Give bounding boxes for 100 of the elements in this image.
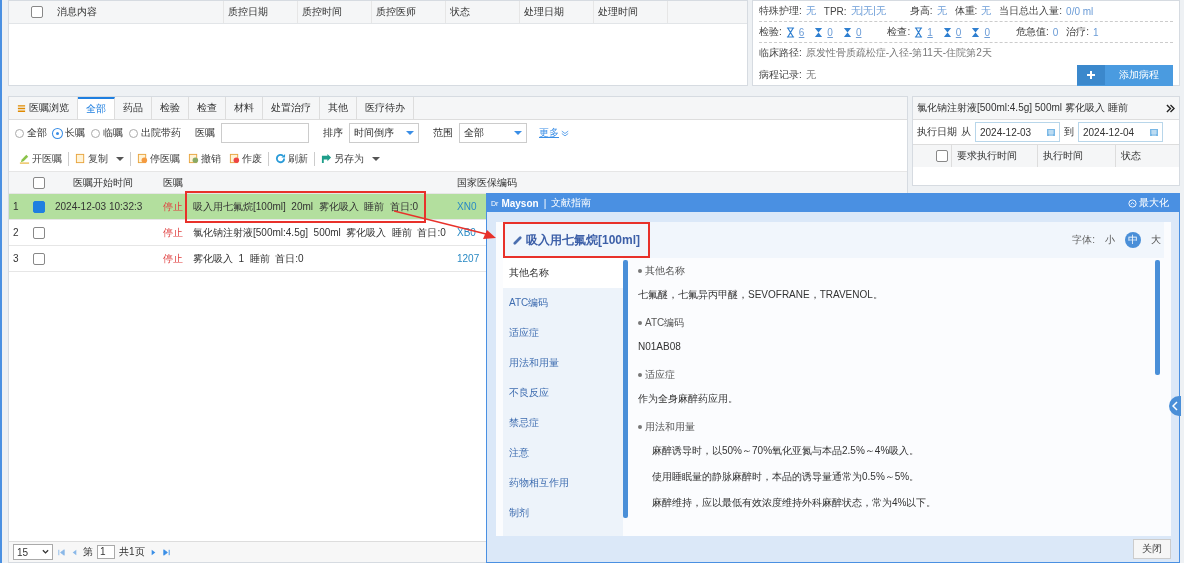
scrollbar[interactable] — [623, 260, 628, 518]
calendar-icon — [1046, 127, 1056, 137]
column-header: 要求执行时间 — [952, 145, 1038, 167]
field-value: 无|无|无 — [850, 4, 886, 18]
nav-item[interactable]: 药物相互作用 — [503, 468, 623, 498]
document-icon — [229, 153, 240, 164]
arrow-icon — [321, 153, 332, 164]
nav-item[interactable]: 适应症 — [503, 318, 623, 348]
table-cell: 雾化吸入 1 睡前 首日:0 — [193, 252, 304, 264]
field-value: 无 — [805, 4, 816, 18]
page-size-dropdown[interactable]: 15 — [13, 544, 53, 560]
status-label: 停止 — [163, 225, 183, 240]
toolbar-button[interactable]: 另存为 — [317, 151, 384, 166]
font-size-option[interactable]: 小 — [1102, 232, 1118, 248]
toolbar-button[interactable]: 复制 — [71, 151, 131, 166]
row-number: 3 — [12, 253, 20, 264]
chevron-icon — [42, 549, 49, 555]
field-label: 临床路径: — [759, 46, 802, 60]
page-total: 共1页 — [119, 545, 145, 559]
checkbox[interactable] — [33, 200, 45, 213]
document-icon — [75, 153, 86, 164]
tab[interactable]: 材料 — [226, 97, 263, 119]
field-label: 检查: — [887, 25, 911, 39]
nav-item[interactable]: 用法和用量 — [503, 348, 623, 378]
document-icon — [188, 153, 199, 164]
table-cell-text: XB0 — [456, 227, 476, 238]
font-size-option[interactable]: 大 — [1148, 232, 1164, 248]
more-link[interactable]: 更多 — [539, 126, 569, 140]
field-label: 体重: — [954, 4, 978, 18]
tab[interactable]: 药品 — [115, 97, 152, 119]
toolbar-button[interactable]: 撤销 — [184, 151, 225, 166]
toolbar-button[interactable]: 作废 — [225, 151, 269, 166]
table-cell: 吸入用七氟烷[100ml] 20ml 雾化吸入 睡前 首日:0 — [193, 200, 419, 212]
toolbar-button[interactable]: 停医嘱 — [133, 151, 184, 166]
field-value: 1 — [1093, 26, 1099, 38]
brand-name: Mayson — [501, 197, 539, 209]
collapse-tab[interactable] — [1169, 396, 1181, 416]
last-page-icon[interactable] — [161, 547, 171, 557]
hourglass-icon — [785, 26, 795, 38]
maximize-icon — [1128, 198, 1137, 208]
nav-item[interactable]: 其他名称 — [503, 258, 623, 288]
close-button[interactable]: 关闭 — [1133, 539, 1171, 559]
column-header: 处理日期 — [520, 1, 594, 23]
status-label: 停止 — [163, 199, 183, 214]
nav-item[interactable]: 制剂 — [503, 498, 623, 528]
radio-option[interactable]: 长嘱 — [53, 126, 85, 140]
paragraph: 作为全身麻醉药应用。 — [638, 392, 739, 406]
page-number-field[interactable]: 1 — [97, 545, 115, 559]
scrollbar[interactable] — [1155, 260, 1160, 375]
hourglass-icon — [971, 26, 981, 38]
nav-item[interactable]: 不良反应 — [503, 378, 623, 408]
sort-dropdown[interactable]: 时间倒序 — [349, 123, 419, 143]
field-value: 0/0 ml — [1066, 5, 1094, 17]
nav-item[interactable]: 注意 — [503, 438, 623, 468]
nav-item[interactable]: 禁忌症 — [503, 408, 623, 438]
pill-icon — [513, 235, 522, 245]
nav-item[interactable]: ATC编码 — [503, 288, 623, 318]
toolbar-button[interactable]: 开医嘱 — [15, 151, 69, 166]
double-chevron-icon[interactable] — [1166, 103, 1175, 113]
table-cell-text: 1207 — [456, 253, 480, 264]
first-page-icon[interactable] — [57, 547, 66, 557]
tab[interactable]: 检查 — [189, 97, 226, 119]
paragraph: 七氟醚，七氟异丙甲醚，SEVOFRANE，TRAVENOL。 — [638, 288, 884, 302]
checkbox[interactable] — [31, 6, 43, 18]
date-field[interactable]: 2024-12-03 — [975, 122, 1060, 142]
radio-option[interactable]: 临嘱 — [91, 126, 123, 140]
range-dropdown[interactable]: 全部 — [459, 123, 527, 143]
checkbox[interactable] — [936, 150, 948, 162]
column-header: 国家医保编码 — [456, 175, 517, 190]
field-value: 无 — [936, 4, 947, 18]
field-label: 检验: — [759, 25, 782, 39]
checkbox[interactable] — [33, 226, 45, 239]
page-label: 第 — [83, 545, 93, 559]
paragraph: 使用睡眠量的静脉麻醉时，本品的诱导量通常为0.5%～5%。 — [651, 470, 921, 484]
order-search-field[interactable] — [221, 123, 309, 143]
list-icon — [17, 103, 26, 113]
column-header: 执行时间 — [1038, 145, 1116, 167]
radio-option[interactable]: 出院带药 — [129, 126, 181, 140]
column-header: 质控日期 — [224, 1, 298, 23]
hourglass-icon — [914, 26, 924, 38]
toolbar-button[interactable]: 刷新 — [271, 151, 315, 166]
checkbox[interactable] — [33, 176, 45, 189]
date-field[interactable]: 2024-12-04 — [1078, 122, 1163, 142]
radio-option[interactable]: 全部 — [15, 126, 47, 140]
tab[interactable]: 全部 — [78, 97, 115, 119]
column-header: 质控医师 — [372, 1, 446, 23]
column-header: 消息内容 — [55, 1, 224, 23]
tab[interactable]: 处置治疗 — [263, 97, 320, 119]
panel-title: 氯化钠注射液[500ml:4.5g] 500ml 雾化吸入 睡前 — [917, 101, 1128, 115]
field-label: 执行日期 — [917, 125, 957, 139]
column-header: 医嘱 — [162, 175, 184, 190]
tab[interactable]: 其他 — [320, 97, 357, 119]
table-cell-text: 2024-12-03 10:32:3 — [54, 201, 144, 212]
tab[interactable]: 医疗待办 — [357, 97, 414, 119]
chevron-icon — [561, 129, 569, 137]
table-cell-text: XN0 — [456, 201, 477, 212]
tab[interactable]: 检验 — [152, 97, 189, 119]
status-label: 停止 — [163, 251, 183, 266]
previous-page-icon[interactable] — [70, 547, 79, 557]
checkbox[interactable] — [33, 252, 45, 265]
